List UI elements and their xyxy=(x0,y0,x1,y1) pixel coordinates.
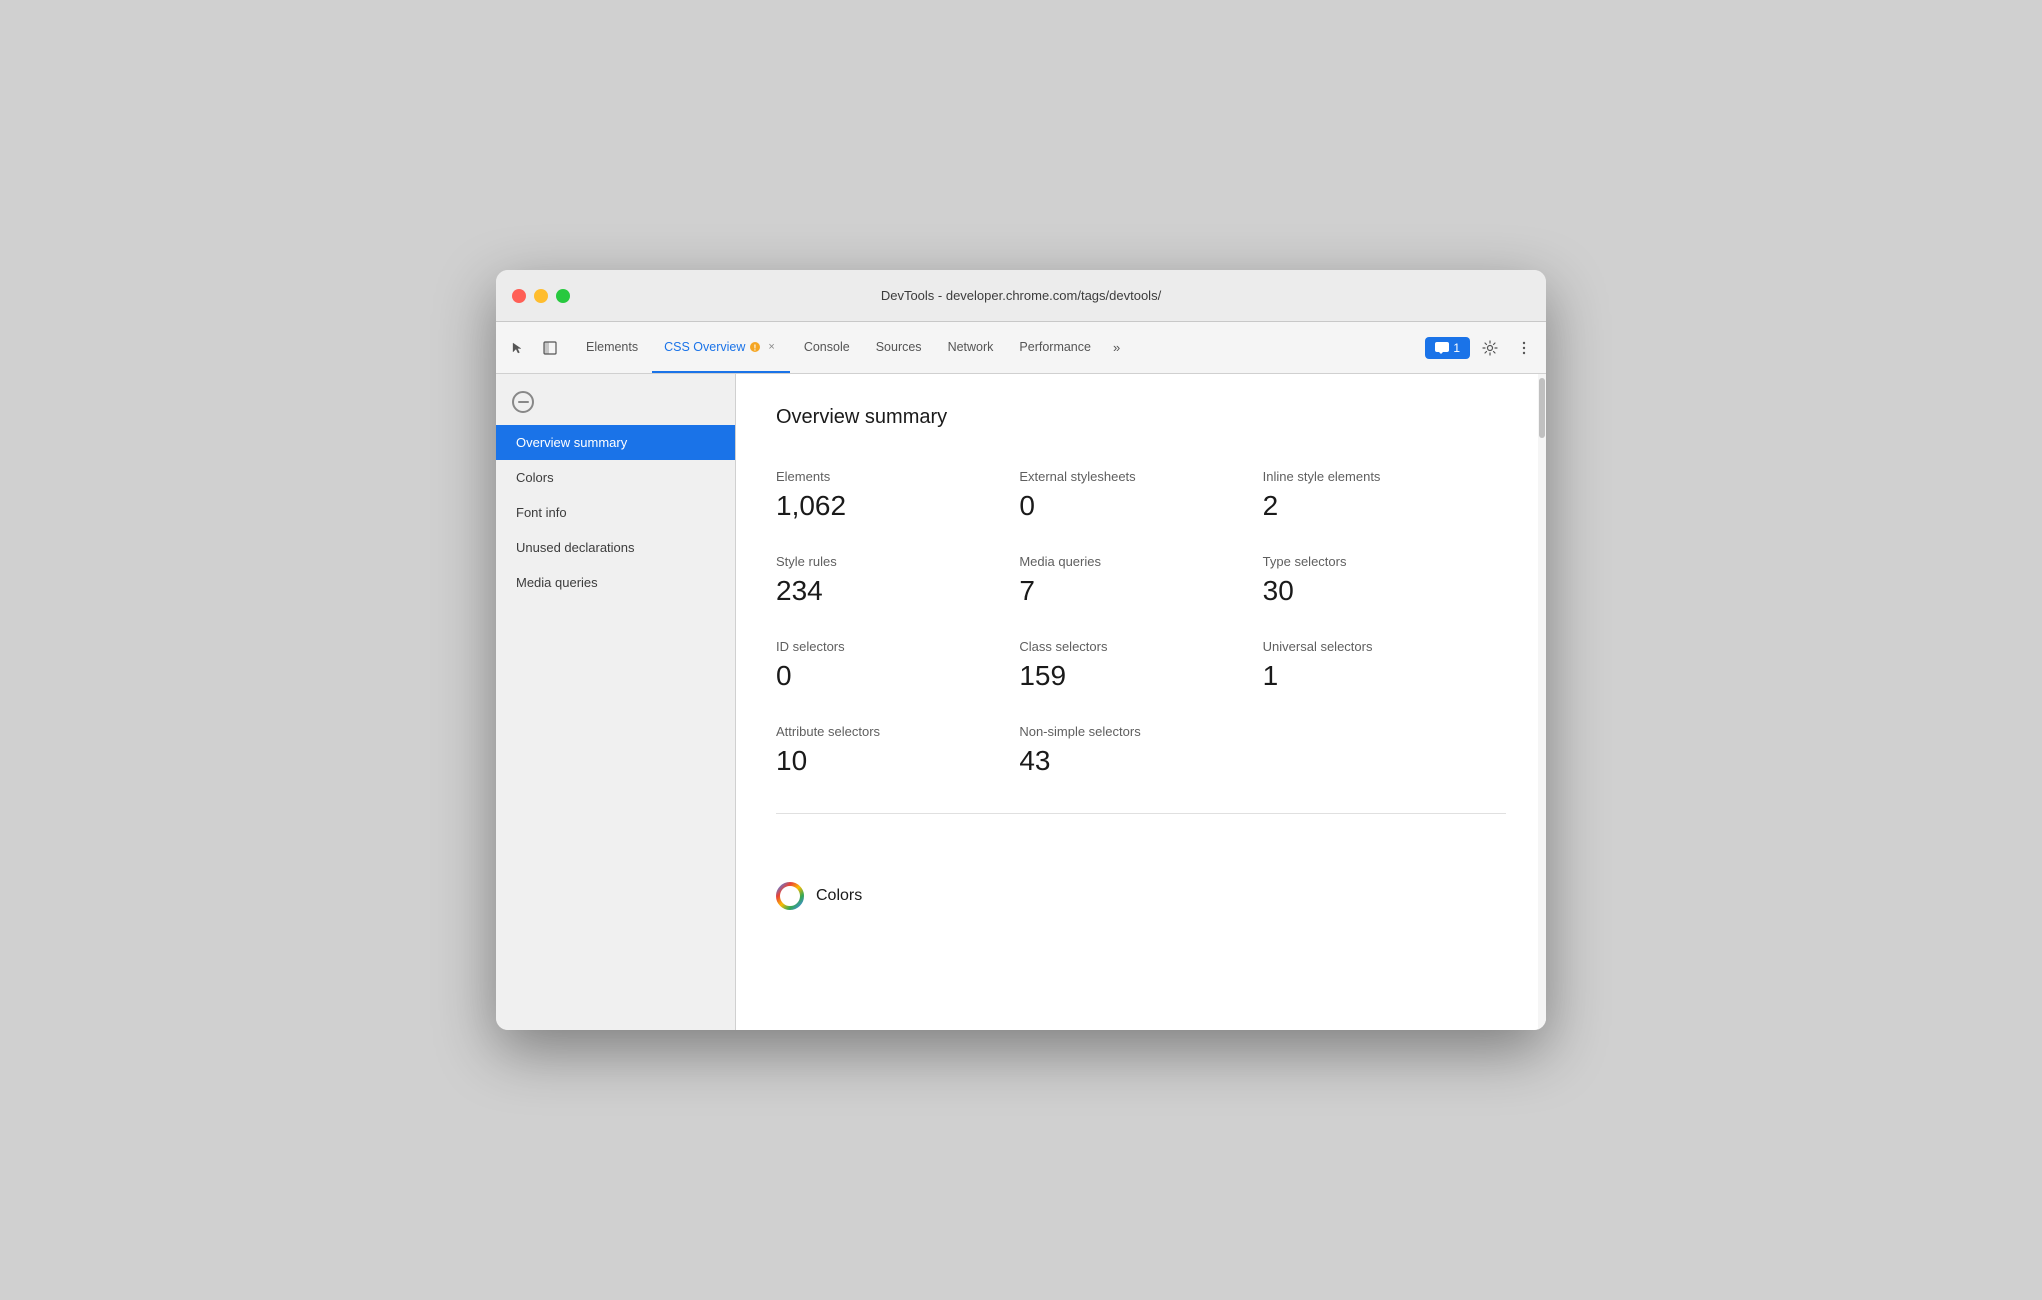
colors-section-label: Colors xyxy=(816,887,862,905)
chat-button[interactable]: 1 xyxy=(1425,337,1470,359)
tab-bar-right: 1 xyxy=(1425,322,1538,373)
settings-icon[interactable] xyxy=(1476,334,1504,362)
window-title: DevTools - developer.chrome.com/tags/dev… xyxy=(881,288,1161,303)
tab-network[interactable]: Network xyxy=(936,322,1006,373)
sidebar-item-media-queries[interactable]: Media queries xyxy=(496,565,735,600)
section-divider xyxy=(776,813,1506,814)
tab-bar: Elements CSS Overview ! × Console Source… xyxy=(496,322,1546,374)
tab-close-button[interactable]: × xyxy=(765,340,777,354)
sidebar-item-colors[interactable]: Colors xyxy=(496,460,735,495)
sidebar-item-font-info[interactable]: Font info xyxy=(496,495,735,530)
stat-empty xyxy=(1263,712,1506,797)
tab-console[interactable]: Console xyxy=(792,322,862,373)
tab-sources[interactable]: Sources xyxy=(864,322,934,373)
cursor-icon[interactable] xyxy=(504,334,532,362)
svg-text:!: ! xyxy=(754,343,757,352)
more-tabs-button[interactable]: » xyxy=(1105,322,1128,373)
title-bar: DevTools - developer.chrome.com/tags/dev… xyxy=(496,270,1546,322)
minimize-button[interactable] xyxy=(534,289,548,303)
dock-icon[interactable] xyxy=(536,334,564,362)
stat-inline-style-elements: Inline style elements 2 xyxy=(1263,457,1506,542)
scrollbar-thumb[interactable] xyxy=(1539,378,1545,438)
sidebar: Overview summary Colors Font info Unused… xyxy=(496,374,736,1030)
tab-elements[interactable]: Elements xyxy=(574,322,650,373)
stat-non-simple-selectors: Non-simple selectors 43 xyxy=(1019,712,1262,797)
chat-icon xyxy=(1435,342,1449,354)
scrollbar-track[interactable] xyxy=(1538,374,1546,1030)
content-inner: Overview summary Elements 1,062 External… xyxy=(736,374,1546,862)
stat-class-selectors: Class selectors 159 xyxy=(1019,627,1262,712)
stat-external-stylesheets: External stylesheets 0 xyxy=(1019,457,1262,542)
stat-id-selectors: ID selectors 0 xyxy=(776,627,1019,712)
stat-type-selectors: Type selectors 30 xyxy=(1263,542,1506,627)
close-button[interactable] xyxy=(512,289,526,303)
maximize-button[interactable] xyxy=(556,289,570,303)
stat-media-queries: Media queries 7 xyxy=(1019,542,1262,627)
sidebar-item-unused-declarations[interactable]: Unused declarations xyxy=(496,530,735,565)
main-content: Overview summary Colors Font info Unused… xyxy=(496,374,1546,1030)
colors-ring-icon xyxy=(776,882,804,910)
colors-section: Colors xyxy=(736,862,1546,930)
warning-icon: ! xyxy=(749,341,761,353)
stat-attribute-selectors: Attribute selectors 10 xyxy=(776,712,1019,797)
stat-style-rules: Style rules 234 xyxy=(776,542,1019,627)
sidebar-item-overview-summary[interactable]: Overview summary xyxy=(496,425,735,460)
more-options-icon[interactable] xyxy=(1510,334,1538,362)
no-entry-icon-container xyxy=(496,382,735,421)
no-entry-icon xyxy=(512,391,534,413)
tab-performance[interactable]: Performance xyxy=(1007,322,1103,373)
stat-universal-selectors: Universal selectors 1 xyxy=(1263,627,1506,712)
devtools-window: DevTools - developer.chrome.com/tags/dev… xyxy=(496,270,1546,1030)
content-panel: Overview summary Elements 1,062 External… xyxy=(736,374,1546,1030)
stats-grid: Elements 1,062 External stylesheets 0 In… xyxy=(776,457,1506,797)
traffic-lights xyxy=(512,289,570,303)
page-title: Overview summary xyxy=(776,406,1506,429)
toolbar-icons xyxy=(504,322,564,373)
stat-elements: Elements 1,062 xyxy=(776,457,1019,542)
tab-css-overview[interactable]: CSS Overview ! × xyxy=(652,322,790,373)
